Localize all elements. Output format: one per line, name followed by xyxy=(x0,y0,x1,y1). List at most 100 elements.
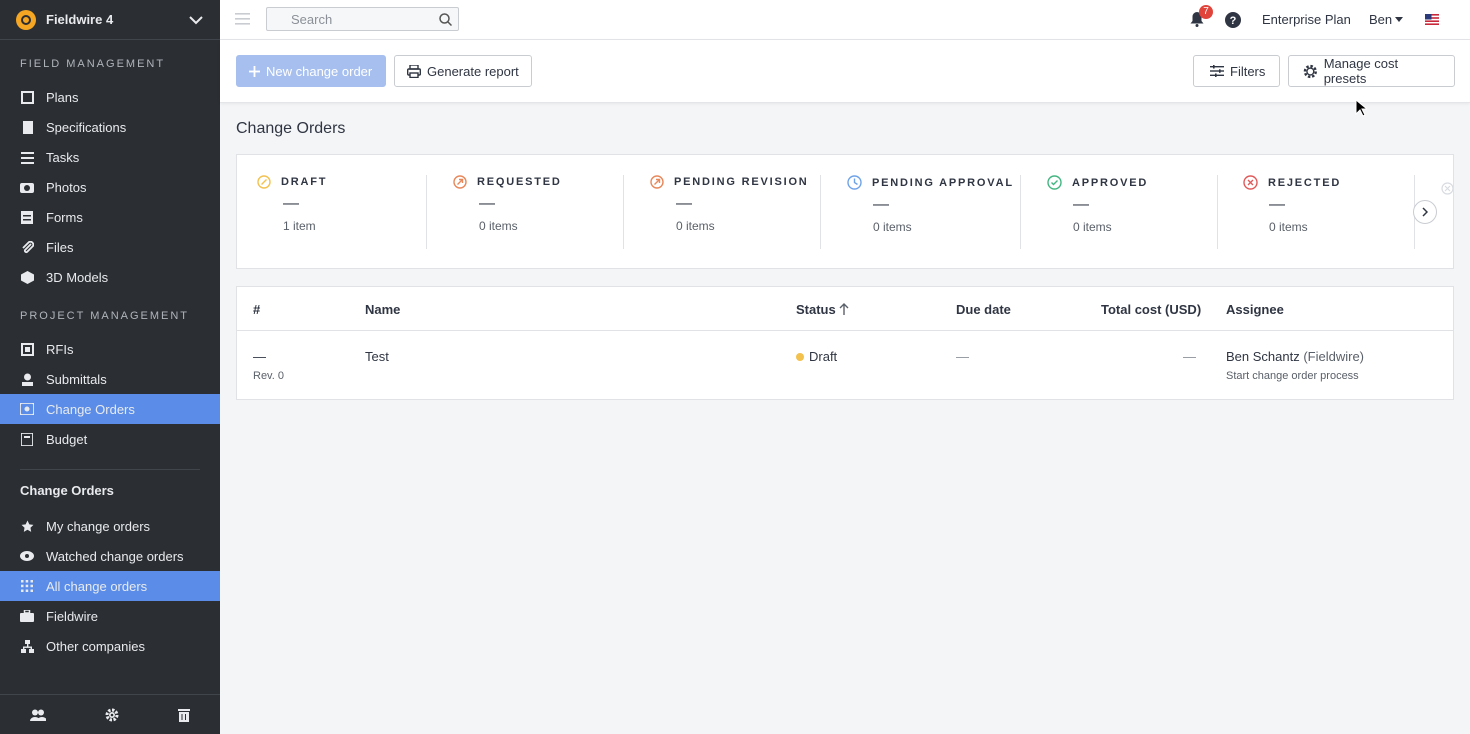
new-change-order-button[interactable]: New change order xyxy=(236,55,386,87)
sidebar-item-other-companies[interactable]: Other companies xyxy=(0,631,220,661)
sidebar-item-3d-models[interactable]: 3D Models xyxy=(0,262,220,292)
user-menu[interactable]: Ben xyxy=(1369,12,1392,27)
generate-report-label: Generate report xyxy=(427,63,519,79)
column-header-total-cost[interactable]: Total cost (USD) xyxy=(1101,302,1201,317)
sidebar-item-label: My change orders xyxy=(46,518,151,534)
scroll-right-button[interactable] xyxy=(1413,200,1437,224)
change-orders-subheading: Change Orders xyxy=(20,483,114,498)
sidebar-item-specifications[interactable]: Specifications xyxy=(0,112,220,142)
change-order-icon xyxy=(20,402,34,416)
action-toolbar: New change order Generate report Filters… xyxy=(220,40,1470,117)
column-header-status[interactable]: Status xyxy=(796,302,836,317)
divider xyxy=(820,175,821,249)
gear-icon xyxy=(1303,64,1317,78)
caret-down-icon[interactable] xyxy=(1395,17,1403,22)
sidebar-item-fieldwire[interactable]: Fieldwire xyxy=(0,601,220,631)
status-card-count: 0 items xyxy=(676,219,715,233)
notifications-button[interactable]: 7 xyxy=(1190,5,1213,32)
sidebar-item-label: Other companies xyxy=(46,638,145,654)
sidebar-item-label: Files xyxy=(46,239,74,255)
mouse-cursor-icon xyxy=(1355,99,1367,117)
status-card-pending-revision[interactable]: PENDING REVISION — 0 items xyxy=(650,175,809,249)
sidebar-item-submittals[interactable]: Submittals xyxy=(0,364,220,394)
manage-cost-presets-button[interactable]: Manage cost presets xyxy=(1288,55,1455,87)
sidebar-item-label: Plans xyxy=(46,89,79,105)
gear-icon[interactable] xyxy=(105,708,119,722)
divider xyxy=(1020,175,1021,249)
row-status: Draft xyxy=(809,349,838,364)
hamburger-menu-icon[interactable] xyxy=(235,13,250,25)
clock-icon xyxy=(847,175,862,190)
status-card-rejected[interactable]: REJECTED — 0 items xyxy=(1243,175,1341,249)
search-input[interactable]: Search xyxy=(266,7,459,31)
status-summary-panel: DRAFT — 1 item REQUESTED — 0 items PENDI… xyxy=(236,154,1454,269)
row-total-cost: — xyxy=(1183,349,1196,364)
column-header-number[interactable]: # xyxy=(253,302,260,317)
divider xyxy=(1217,175,1218,249)
sidebar-item-change-orders[interactable]: Change Orders xyxy=(0,394,220,424)
status-card-pending-approval[interactable]: PENDING APPROVAL — 0 items xyxy=(847,175,1014,249)
sidebar-item-tasks[interactable]: Tasks xyxy=(0,142,220,172)
status-card-label: PENDING REVISION xyxy=(674,176,809,188)
sidebar-item-watched-change-orders[interactable]: Watched change orders xyxy=(0,541,220,571)
search-placeholder: Search xyxy=(291,11,333,27)
sidebar-item-forms[interactable]: Forms xyxy=(0,202,220,232)
sidebar-item-label: Budget xyxy=(46,431,88,447)
trash-icon[interactable] xyxy=(178,708,191,722)
status-card-label: PENDING APPROVAL xyxy=(872,176,1014,189)
plan-label[interactable]: Enterprise Plan xyxy=(1262,12,1351,27)
header-divider xyxy=(237,330,1453,331)
sidebar-item-rfis[interactable]: RFIs xyxy=(0,334,220,364)
manage-cost-presets-label: Manage cost presets xyxy=(1323,56,1399,86)
sidebar-item-files[interactable]: Files xyxy=(0,232,220,262)
sidebar-item-plans[interactable]: Plans xyxy=(0,82,220,112)
top-bar: Search 7 ? Enterprise Plan Ben xyxy=(220,0,1470,40)
status-card-value: — xyxy=(873,196,889,213)
users-icon[interactable] xyxy=(29,709,46,721)
status-card-value: — xyxy=(1073,196,1089,213)
sliders-icon xyxy=(1210,65,1224,77)
status-card-count: 1 item xyxy=(283,219,316,233)
us-flag-icon[interactable] xyxy=(1425,14,1439,25)
chevron-right-icon xyxy=(1422,207,1428,217)
search-icon[interactable] xyxy=(439,13,452,26)
column-header-name[interactable]: Name xyxy=(365,302,400,317)
change-orders-table: # Name Status Due date Total cost (USD) … xyxy=(236,286,1454,400)
status-card-count: 0 items xyxy=(479,219,518,233)
project-logo-icon xyxy=(16,9,36,30)
status-card-value: — xyxy=(479,195,495,212)
sidebar-item-label: Tasks xyxy=(46,149,80,165)
status-card-requested[interactable]: REQUESTED — 0 items xyxy=(453,175,562,249)
status-card-approved[interactable]: APPROVED — 0 items xyxy=(1047,175,1148,249)
chevron-down-icon[interactable] xyxy=(188,15,204,25)
sidebar-item-label: Forms xyxy=(46,209,83,225)
calculator-icon xyxy=(20,432,34,446)
column-header-assignee[interactable]: Assignee xyxy=(1226,302,1284,317)
assignee-company: (Fieldwire) xyxy=(1303,349,1365,364)
stamp-icon xyxy=(20,372,34,386)
status-card-label: REJECTED xyxy=(1268,176,1342,189)
help-icon[interactable]: ? xyxy=(1225,12,1241,28)
status-card-label: APPROVED xyxy=(1072,176,1149,189)
sidebar-item-label: Fieldwire xyxy=(46,608,99,624)
filters-button[interactable]: Filters xyxy=(1193,55,1280,87)
status-dot xyxy=(796,353,804,361)
sort-ascending-icon[interactable] xyxy=(839,303,849,315)
column-header-due-date[interactable]: Due date xyxy=(956,302,1011,317)
camera-icon xyxy=(20,180,34,194)
sidebar-item-photos[interactable]: Photos xyxy=(0,172,220,202)
sidebar-item-my-change-orders[interactable]: My change orders xyxy=(0,511,220,541)
filters-label: Filters xyxy=(1230,63,1266,79)
new-change-order-label: New change order xyxy=(266,63,373,79)
requested-status-icon xyxy=(453,175,467,189)
project-switcher[interactable]: Fieldwire 4 xyxy=(0,0,220,40)
status-card-draft[interactable]: DRAFT — 1 item xyxy=(257,175,327,249)
list-icon xyxy=(20,150,34,164)
sidebar-item-all-change-orders[interactable]: All change orders xyxy=(0,571,220,601)
sidebar: Fieldwire 4 FIELD MANAGEMENT Plans Speci… xyxy=(0,0,220,734)
sidebar-item-budget[interactable]: Budget xyxy=(0,424,220,454)
page-title: Change Orders xyxy=(236,120,346,137)
sidebar-item-label: RFIs xyxy=(46,341,74,357)
generate-report-button[interactable]: Generate report xyxy=(394,55,532,87)
row-assignee-note: Start change order process xyxy=(1226,370,1359,382)
